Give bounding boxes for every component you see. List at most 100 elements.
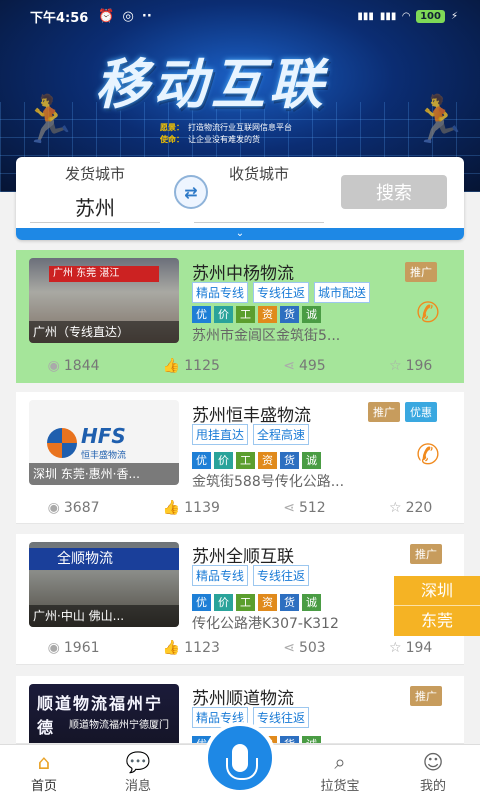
company-photo: 全顺物流 广州·中山 佛山... <box>29 542 179 627</box>
float-city-shenzhen[interactable]: 深圳 <box>394 576 480 606</box>
shares-count: 512 <box>298 500 326 516</box>
photo-sign: 广州 东莞 湛江 <box>49 266 159 282</box>
photo-sign: 全顺物流 <box>29 548 179 570</box>
nav-messages-label: 消息 <box>124 779 151 794</box>
discount-badge: 优惠 <box>405 402 437 422</box>
stars-count: 194 <box>405 640 433 656</box>
thumbs-up-icon: 👍 <box>162 358 181 374</box>
company-name: 苏州恒丰盛物流 <box>192 406 311 426</box>
likes-stat[interactable]: 👍 1125 <box>163 358 220 374</box>
promo-badge: 推广 <box>368 402 400 422</box>
search-icon: ⌕ <box>334 750 346 774</box>
service-tag: 精品专线 <box>192 565 249 586</box>
battery-indicator: 100 <box>416 9 445 23</box>
hfs-logo-text: HFS <box>81 424 126 448</box>
chip-you: 优 <box>192 306 211 323</box>
runner-left-icon: 🏃 <box>20 92 78 146</box>
company-name: 苏州中杨物流 <box>192 264 294 284</box>
phone-icon[interactable]: ✆ <box>410 438 446 474</box>
chip-cheng: 诚 <box>302 736 321 743</box>
route-caption: 深圳 东莞·惠州·香... <box>29 463 179 485</box>
vision-text: 打造物流行业互联网信息平台 <box>188 123 292 132</box>
company-name: 苏州顺道物流 <box>192 689 294 709</box>
nav-cargo-label: 拉货宝 <box>320 779 360 794</box>
nav-messages[interactable]: 💬 消息 <box>98 749 178 794</box>
route-caption: 广州·中山 佛山... <box>29 605 179 627</box>
charging-icon: ⚡ <box>450 10 458 22</box>
likes-count: 1139 <box>184 500 220 516</box>
views-count: 1844 <box>63 358 100 374</box>
vision-label: 愿景： <box>160 123 184 132</box>
phone-icon[interactable]: ✆ <box>410 296 446 332</box>
hfs-logo: HFS 恒丰盛物流 <box>47 424 126 461</box>
promo-badge: 推广 <box>405 262 437 282</box>
chat-bubble-icon: 💬 <box>125 750 151 774</box>
list-item[interactable]: HFS 恒丰盛物流 深圳 东莞·惠州·香... 苏州恒丰盛物流 推广 优惠 甩挂直… <box>16 392 464 524</box>
wifi-icon: ◠ <box>402 10 411 22</box>
float-city-dongguan[interactable]: 东莞 <box>394 606 480 636</box>
expand-chevron-icon[interactable]: ⌄ <box>16 228 464 240</box>
chip-jia: 价 <box>214 306 233 323</box>
rating-chips: 优 价 工 资 货 诚 <box>192 452 321 469</box>
likes-count: 1125 <box>184 358 220 374</box>
status-time: 下午4:56 <box>30 10 89 26</box>
service-tag: 甩挂直达 <box>192 424 249 445</box>
views-count: 3687 <box>63 500 100 516</box>
likes-stat[interactable]: 👍 1139 <box>163 500 220 516</box>
to-city-value[interactable] <box>194 192 324 223</box>
service-tag: 专线往返 <box>253 565 310 586</box>
chip-huo: 货 <box>280 594 299 611</box>
nav-cargo[interactable]: ⌕ 拉货宝 <box>300 749 380 794</box>
chip-jia: 价 <box>214 594 233 611</box>
chip-gong: 工 <box>236 452 255 469</box>
stars-count: 196 <box>405 358 433 374</box>
to-city-field[interactable]: 收货城市 <box>194 163 324 223</box>
shares-stat[interactable]: ⋖ 512 <box>283 500 325 516</box>
search-button[interactable]: 搜索 <box>341 175 447 209</box>
rating-chips: 优 价 工 资 货 诚 <box>192 594 321 611</box>
share-icon: ⋖ <box>283 358 295 374</box>
chip-gong: 工 <box>236 594 255 611</box>
stars-stat[interactable]: ☆ 220 <box>389 500 432 516</box>
service-tag: 城市配送 <box>314 282 371 303</box>
nav-home-label: 首页 <box>30 779 57 794</box>
chip-zi: 资 <box>258 452 277 469</box>
list-item[interactable]: 广州 东莞 湛江 广州（专线直达） 苏州中杨物流 推广 精品专线 专线往返 城市… <box>16 250 464 383</box>
views-stat: ◉ 1844 <box>48 358 100 374</box>
chip-jia: 价 <box>214 452 233 469</box>
stars-stat[interactable]: ☆ 194 <box>389 640 432 656</box>
eye-icon: ◉ <box>47 358 60 374</box>
alarm-icon: ⏰ <box>98 8 115 24</box>
likes-stat[interactable]: 👍 1123 <box>163 640 220 656</box>
from-city-label: 发货城市 <box>64 165 125 183</box>
floating-city-switch[interactable]: 深圳 东莞 <box>394 576 480 636</box>
mission-label: 使命： <box>160 135 184 144</box>
person-icon: ☺ <box>422 750 444 774</box>
nav-home[interactable]: ⌂ 首页 <box>4 749 84 794</box>
eye-icon: ◉ <box>47 640 60 656</box>
views-stat: ◉ 3687 <box>48 500 100 516</box>
microphone-icon <box>226 744 258 780</box>
shares-stat[interactable]: ⋖ 495 <box>283 358 325 374</box>
banner-slogan: 愿景： 打造物流行业互联网信息平台 使命： 让企业没有难发的货 <box>160 122 292 146</box>
service-tag: 精品专线 <box>192 282 249 303</box>
stars-stat[interactable]: ☆ 196 <box>389 358 432 374</box>
shares-count: 495 <box>298 358 326 374</box>
hfs-logo-mark <box>47 427 77 458</box>
sync-icon: ◎ <box>122 8 134 24</box>
shares-stat[interactable]: ⋖ 503 <box>283 640 325 656</box>
nav-mine[interactable]: ☺ 我的 <box>393 749 473 794</box>
share-icon: ⋖ <box>283 640 295 656</box>
status-bar: 下午4:56 ⏰ ◎ ·· ▮▮▮ ▮▮▮ ◠ 100 ⚡ <box>0 0 480 32</box>
from-city-value[interactable]: 苏州 <box>30 192 160 223</box>
views-count: 1961 <box>63 640 100 656</box>
photo-sign-secondary: 顺道物流福州宁德厦门 <box>69 720 169 731</box>
star-icon: ☆ <box>389 358 402 374</box>
voice-mic-button[interactable] <box>204 722 276 794</box>
from-city-field[interactable]: 发货城市 苏州 <box>30 163 160 223</box>
chip-cheng: 诚 <box>302 452 321 469</box>
mission-text: 让企业没有难发的货 <box>188 135 260 144</box>
to-city-label: 收货城市 <box>228 165 289 183</box>
nav-mine-label: 我的 <box>419 779 446 794</box>
chip-huo: 货 <box>280 452 299 469</box>
